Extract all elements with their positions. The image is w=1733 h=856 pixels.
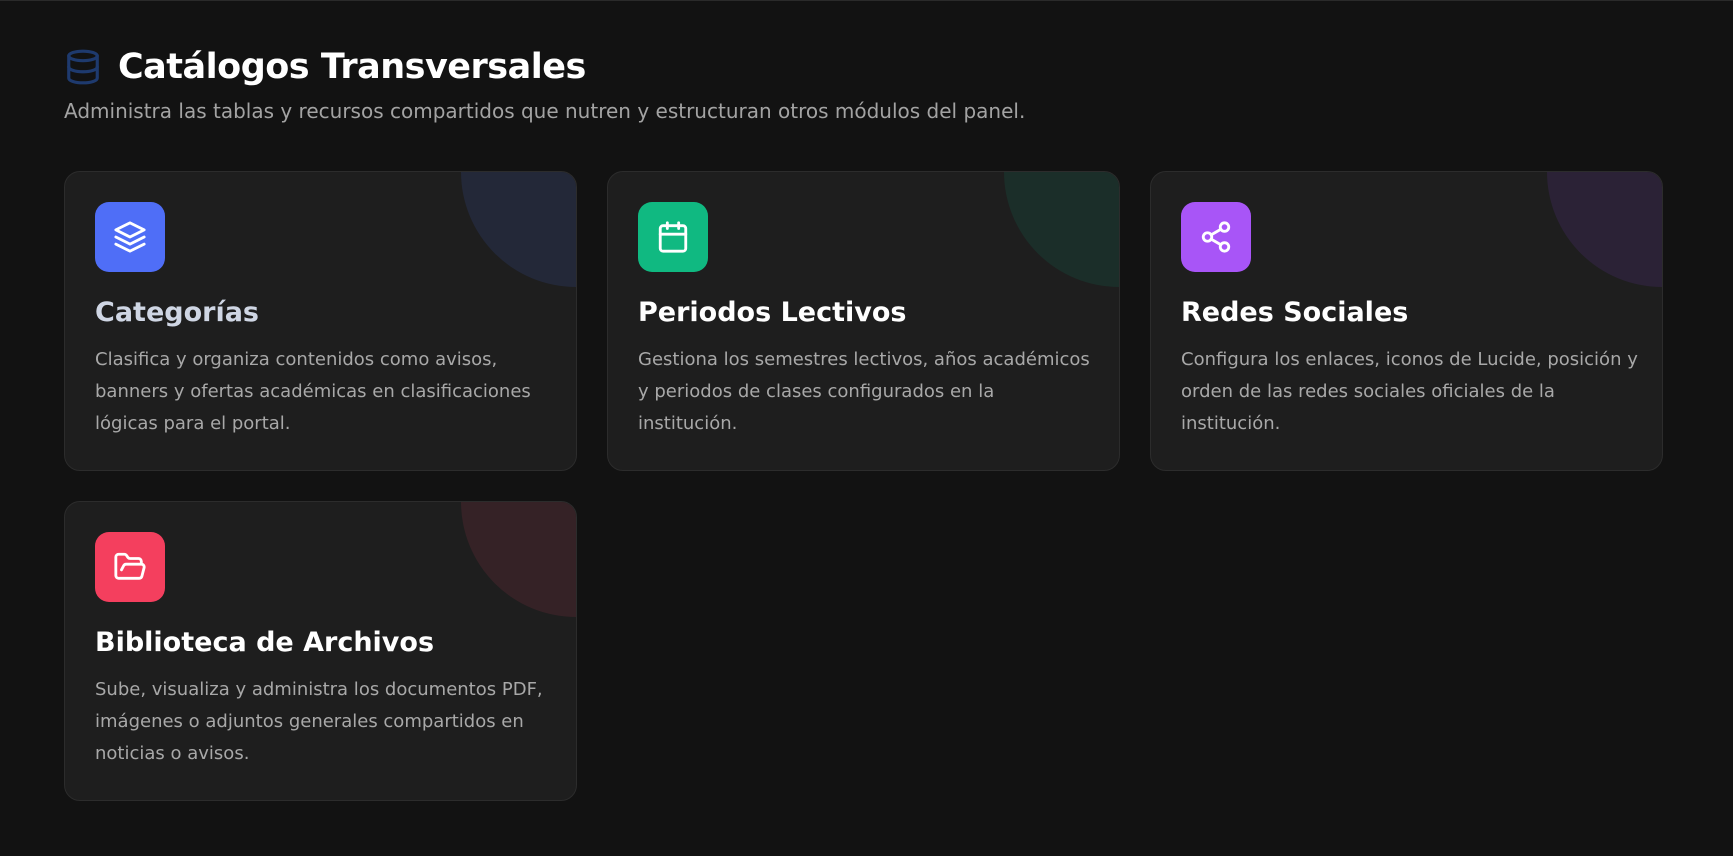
card-biblioteca-de-archivos[interactable]: Biblioteca de Archivos Sube, visualiza y… xyxy=(64,501,577,801)
card-categorias[interactable]: Categorías Clasifica y organiza contenid… xyxy=(64,171,577,471)
page-subtitle: Administra las tablas y recursos compart… xyxy=(64,99,1026,123)
card-title: Categorías xyxy=(95,297,259,328)
page: Catálogos Transversales Administra las t… xyxy=(0,0,1733,856)
card-decoration xyxy=(1004,172,1119,287)
card-title: Periodos Lectivos xyxy=(638,297,907,328)
folder-open-icon xyxy=(95,532,165,602)
card-title: Biblioteca de Archivos xyxy=(95,627,435,658)
calendar-icon xyxy=(638,202,708,272)
card-decoration xyxy=(461,172,576,287)
card-decoration xyxy=(1547,172,1662,287)
card-description: Configura los enlaces, iconos de Lucide,… xyxy=(1181,349,1638,434)
title-row: Catálogos Transversales xyxy=(64,45,1025,89)
page-header: Catálogos Transversales Administra las t… xyxy=(64,45,1025,123)
card-title: Redes Sociales xyxy=(1181,297,1409,328)
layers-icon xyxy=(95,202,165,272)
card-description: Gestiona los semestres lectivos, años ac… xyxy=(638,349,1090,434)
page-title: Catálogos Transversales xyxy=(118,47,586,87)
card-description: Sube, visualiza y administra los documen… xyxy=(95,679,543,764)
card-description: Clasifica y organiza contenidos como avi… xyxy=(95,349,531,434)
catalog-grid: Categorías Clasifica y organiza contenid… xyxy=(64,171,1663,801)
card-periodos-lectivos[interactable]: Periodos Lectivos Gestiona los semestres… xyxy=(607,171,1120,471)
card-decoration xyxy=(461,502,576,617)
database-icon xyxy=(64,48,102,86)
share-icon xyxy=(1181,202,1251,272)
card-redes-sociales[interactable]: Redes Sociales Configura los enlaces, ic… xyxy=(1150,171,1663,471)
